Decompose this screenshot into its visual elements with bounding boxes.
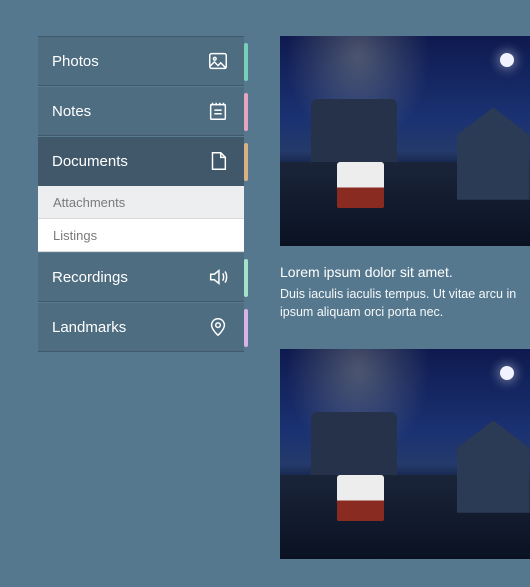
accent-bar xyxy=(244,259,248,297)
sidebar-item-photos[interactable]: Photos xyxy=(38,36,244,86)
document-icon xyxy=(206,149,230,173)
speaker-icon xyxy=(206,265,230,289)
sidebar-sub-item-listings[interactable]: Listings xyxy=(38,219,244,252)
sidebar-sub-label: Attachments xyxy=(53,195,125,210)
sidebar-item-landmarks[interactable]: Landmarks xyxy=(38,302,244,352)
accent-bar xyxy=(244,43,248,81)
photo-icon xyxy=(206,49,230,73)
card-thumbnail xyxy=(280,36,530,246)
sidebar-sub-item-attachments[interactable]: Attachments xyxy=(38,186,244,219)
sidebar: Photos Notes Documents Attachments Listi… xyxy=(38,36,244,352)
card-description: Duis iaculis iaculis tempus. Ut vitae ar… xyxy=(280,286,530,321)
sidebar-sub-label: Listings xyxy=(53,228,97,243)
card-thumbnail xyxy=(280,349,530,559)
sidebar-item-label: Documents xyxy=(52,153,128,170)
card-title: Lorem ipsum dolor sit amet. xyxy=(280,264,530,280)
pin-icon xyxy=(206,315,230,339)
sidebar-item-notes[interactable]: Notes xyxy=(38,86,244,136)
content-card[interactable]: Lorem ipsum dolor sit amet. Duis iaculis… xyxy=(280,36,530,321)
accent-bar xyxy=(244,93,248,131)
sidebar-item-documents[interactable]: Documents xyxy=(38,136,244,186)
sidebar-item-label: Recordings xyxy=(52,269,128,286)
sidebar-item-label: Landmarks xyxy=(52,319,126,336)
accent-bar xyxy=(244,309,248,347)
sidebar-item-label: Photos xyxy=(52,53,99,70)
sidebar-item-label: Notes xyxy=(52,103,91,120)
accent-bar xyxy=(244,143,248,181)
notes-icon xyxy=(206,99,230,123)
content-card[interactable] xyxy=(280,349,530,559)
sidebar-item-recordings[interactable]: Recordings xyxy=(38,252,244,302)
content-area: Lorem ipsum dolor sit amet. Duis iaculis… xyxy=(280,36,530,587)
